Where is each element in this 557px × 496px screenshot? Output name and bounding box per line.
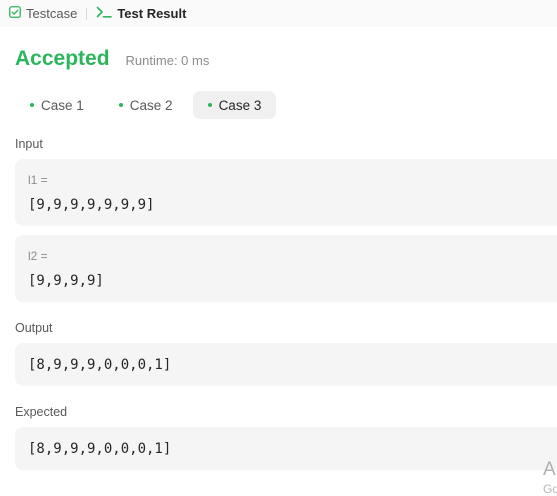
checkbox-icon	[9, 6, 21, 21]
case-tab-label: Case 3	[218, 97, 262, 113]
output-box[interactable]: [8,9,9,9,0,0,0,1]	[15, 343, 557, 386]
pass-dot-icon	[30, 103, 34, 107]
param-value: [9,9,9,9]	[28, 273, 104, 289]
pass-dot-icon	[118, 103, 123, 107]
case-tab-2[interactable]: Case 2	[104, 91, 188, 119]
runtime-text: Runtime: 0 ms	[125, 53, 210, 68]
result-panel-tabbar: Testcase Test Result	[0, 0, 557, 27]
case-tab-3[interactable]: Case 3	[192, 91, 277, 119]
case-tab-1[interactable]: Case 1	[15, 91, 99, 119]
expected-label: Expected	[15, 405, 68, 419]
tab-testcase[interactable]: Testcase	[0, 0, 77, 27]
tab-test-result-label: Test Result	[117, 6, 187, 21]
tab-testcase-label: Testcase	[26, 6, 78, 21]
param-name: l1 =	[28, 173, 48, 187]
input-param-l2[interactable]: l2 = [9,9,9,9]	[15, 235, 557, 302]
param-value: [9,9,9,9,9,9,9]	[28, 197, 155, 213]
input-label: Input	[15, 137, 43, 151]
result-status-row: Accepted Runtime: 0 ms	[15, 47, 209, 71]
watermark-text: A	[543, 459, 556, 480]
tab-test-result[interactable]: Test Result	[87, 0, 186, 27]
case-tab-label: Case 2	[129, 97, 173, 113]
param-name: l2 =	[28, 249, 48, 263]
output-value: [8,9,9,9,0,0,0,1]	[28, 357, 172, 373]
watermark-subtext: Go	[543, 482, 557, 496]
expected-box[interactable]: [8,9,9,9,0,0,0,1]	[15, 427, 557, 470]
output-label: Output	[15, 321, 53, 335]
status-badge: Accepted	[15, 47, 110, 70]
expected-value: [8,9,9,9,0,0,0,1]	[28, 441, 172, 457]
case-tabs: Case 1 Case 2 Case 3	[15, 91, 281, 119]
pass-dot-icon	[207, 103, 212, 107]
terminal-icon	[96, 6, 113, 21]
case-tab-label: Case 1	[41, 97, 84, 113]
input-param-l1[interactable]: l1 = [9,9,9,9,9,9,9]	[15, 159, 557, 226]
